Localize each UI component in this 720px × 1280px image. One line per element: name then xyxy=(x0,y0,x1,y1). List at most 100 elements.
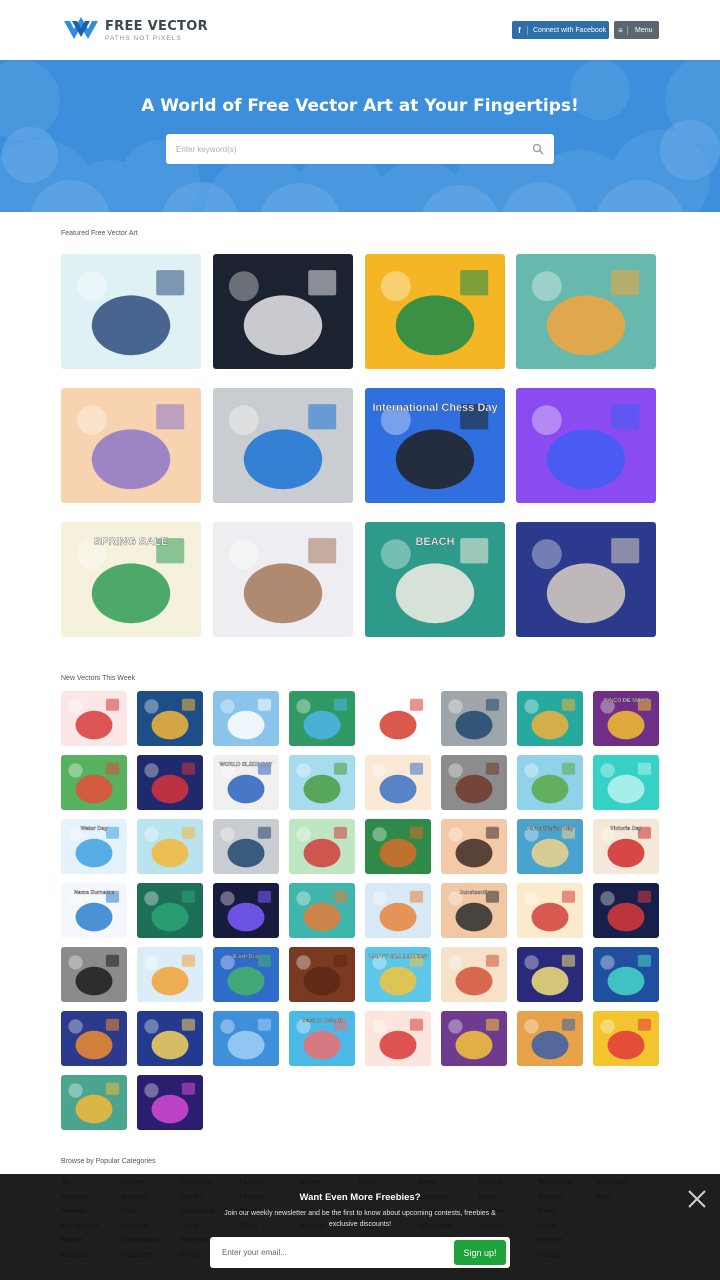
weekly-item-mandala[interactable] xyxy=(289,883,355,938)
weekly-item-travel-suitcase[interactable] xyxy=(137,819,203,874)
weekly-item-flag-woman[interactable] xyxy=(365,1011,431,1066)
weekly-item-juneteenth[interactable]: Juneteenth xyxy=(441,883,507,938)
victoria-day-thumbnail: Victoria Day xyxy=(593,819,659,874)
weekly-item-neon-city[interactable] xyxy=(137,1075,203,1130)
logo[interactable]: FREE VECTOR PATHS NOT PIXELS xyxy=(62,17,208,43)
water-day-caption: Water Day xyxy=(81,826,109,832)
sign-up-button[interactable]: Sign up! xyxy=(454,1240,506,1265)
connect-facebook-label: Connect with Facebook xyxy=(533,26,607,34)
egypt-pharaoh-thumbnail xyxy=(517,1011,583,1066)
weekly-item-world-sleep-day[interactable]: WORLD SLEEP DAY xyxy=(213,755,279,810)
weekly-item-night-city[interactable] xyxy=(137,1011,203,1066)
happy-graduation-thumbnail: HAPPY GRADUATION xyxy=(365,947,431,1002)
weekly-item-gold-coins-cave[interactable] xyxy=(441,1011,507,1066)
featured-item-international-chess-day[interactable]: International Chess Day xyxy=(365,388,505,503)
weekly-item-ai-chip-glow[interactable] xyxy=(213,883,279,938)
farmer-field-thumbnail xyxy=(517,755,583,810)
featured-item-boxing-ring-arena[interactable] xyxy=(213,254,353,369)
weekly-item-city-night-skyline[interactable] xyxy=(593,883,659,938)
business-cards-dark-thumbnail xyxy=(61,947,127,1002)
family-park-thumbnail xyxy=(289,755,355,810)
weekly-item-business-cards-dark[interactable] xyxy=(61,947,127,1002)
flag-woman-thumbnail xyxy=(365,1011,431,1066)
weekly-item-water-drop-icons[interactable] xyxy=(213,691,279,746)
weekly-item-planets-space[interactable] xyxy=(61,1011,127,1066)
email-field[interactable] xyxy=(210,1237,450,1268)
international-chess-day-thumbnail: International Chess Day xyxy=(365,388,505,503)
weekly-item-egypt-pharaoh[interactable] xyxy=(517,1011,583,1066)
page: FREE VECTOR PATHS NOT PIXELS f Connect w… xyxy=(0,0,720,1280)
music-instruments-thumbnail xyxy=(441,947,507,1002)
ai-chip-glow-thumbnail xyxy=(213,883,279,938)
menu-button[interactable]: ≡ Menu xyxy=(614,21,659,39)
weekly-item-icon-set[interactable] xyxy=(365,883,431,938)
weekly-item-blood-donation[interactable] xyxy=(61,691,127,746)
weekly-item-crypto-man[interactable] xyxy=(61,1075,127,1130)
robot-tech-thumbnail xyxy=(593,947,659,1002)
weekly-item-wood-texture[interactable] xyxy=(289,947,355,1002)
featured-item-raised-fist-africa[interactable] xyxy=(365,254,505,369)
search-input[interactable] xyxy=(166,134,516,164)
international-chess-day-caption: International Chess Day xyxy=(372,402,498,414)
weekly-item-family-portrait[interactable] xyxy=(517,883,583,938)
beach-cleanup-stickers-thumbnail: BEACH xyxy=(365,522,505,637)
cinco-de-mayo-thumbnail: CINCO DE MAYO xyxy=(593,691,659,746)
weekly-item-ramadan-family[interactable] xyxy=(137,691,203,746)
raised-fist-africa-thumbnail xyxy=(365,254,505,369)
weekly-item-certificate[interactable]: Name Surname xyxy=(61,883,127,938)
search-icon[interactable] xyxy=(532,143,544,155)
earth-leaves-thumbnail xyxy=(289,691,355,746)
weekly-item-orangutan-jungle[interactable] xyxy=(365,819,431,874)
featured-item-blue-flyer-template[interactable] xyxy=(213,388,353,503)
menu-label: Menu xyxy=(635,26,653,34)
hamburger-icon: ≡ xyxy=(614,25,628,35)
weekly-item-green-stickers[interactable] xyxy=(61,755,127,810)
certificate-caption: Name Surname xyxy=(74,890,114,896)
weekly-item-blue-cloud-frame[interactable] xyxy=(213,1011,279,1066)
weekly-item-music-instruments[interactable] xyxy=(441,947,507,1002)
weekly-item-business-cards-grey[interactable] xyxy=(213,819,279,874)
featured-item-beach-cleanup-stickers[interactable]: BEACH xyxy=(365,522,505,637)
weekly-item-comic-explosion[interactable] xyxy=(593,1011,659,1066)
featured-item-teddy-bear-pattern[interactable] xyxy=(213,522,353,637)
night-city-thumbnail xyxy=(137,1011,203,1066)
featured-item-friends-playing-chess[interactable] xyxy=(61,254,201,369)
weekly-item-robot-tech[interactable] xyxy=(593,947,659,1002)
weekly-item-business-cards-blue[interactable] xyxy=(441,691,507,746)
weekly-item-water-day[interactable]: Water Day xyxy=(61,819,127,874)
weekly-item-meteor-shower[interactable] xyxy=(517,947,583,1002)
weekly-item-business-cards-brown[interactable] xyxy=(441,755,507,810)
cinco-de-mayo-caption: CINCO DE MAYO xyxy=(604,698,649,704)
weekly-item-humanitarian-day[interactable]: Humanitarian Day xyxy=(517,819,583,874)
featured-item-purple-geometric-pattern[interactable] xyxy=(516,388,656,503)
weekly-item-business-growth[interactable] xyxy=(137,947,203,1002)
weekly-item-teal-abstract[interactable] xyxy=(593,755,659,810)
weekly-item-earth-day-girl[interactable]: Earth Day xyxy=(213,947,279,1002)
weekly-item-woman-portrait[interactable] xyxy=(441,819,507,874)
logo-name: FREE VECTOR xyxy=(105,18,208,34)
weekly-item-happy-family[interactable] xyxy=(365,755,431,810)
featured-item-spring-sale-flowers[interactable]: SPRING SALE xyxy=(61,522,201,637)
weekly-item-farmer-field[interactable] xyxy=(517,755,583,810)
featured-item-woman-working-laptop[interactable] xyxy=(516,254,656,369)
water-day-thumbnail: Water Day xyxy=(61,819,127,874)
featured-item-abstract-pastel-shapes[interactable] xyxy=(61,388,201,503)
weekly-item-cinco-de-mayo[interactable]: CINCO DE MAYO xyxy=(593,691,659,746)
happy-family-thumbnail xyxy=(365,755,431,810)
weekly-item-victoria-day[interactable]: Victoria Day xyxy=(593,819,659,874)
weekly-item-family-park[interactable] xyxy=(289,755,355,810)
weekly-item-garuda-emblem[interactable] xyxy=(365,691,431,746)
weekly-item-green-jungle-frame[interactable] xyxy=(137,883,203,938)
weekly-item-happy-graduation[interactable]: HAPPY GRADUATION xyxy=(365,947,431,1002)
featured-item-moon-space-scene[interactable] xyxy=(516,522,656,637)
weekly-item-spring-forest-bowl[interactable] xyxy=(517,691,583,746)
garuda-emblem-thumbnail xyxy=(365,691,431,746)
top-bar: FREE VECTOR PATHS NOT PIXELS f Connect w… xyxy=(0,0,720,60)
weekly-item-fireworks-usa-flag[interactable] xyxy=(137,755,203,810)
weekly-item-earth-leaves[interactable] xyxy=(289,691,355,746)
connect-facebook-button[interactable]: f Connect with Facebook xyxy=(512,21,609,39)
close-icon[interactable] xyxy=(686,1188,708,1210)
weekly-item-blood-bag-hands[interactable] xyxy=(289,819,355,874)
search-box xyxy=(166,134,554,164)
weekly-item-back-to-school[interactable]: Back to School xyxy=(289,1011,355,1066)
